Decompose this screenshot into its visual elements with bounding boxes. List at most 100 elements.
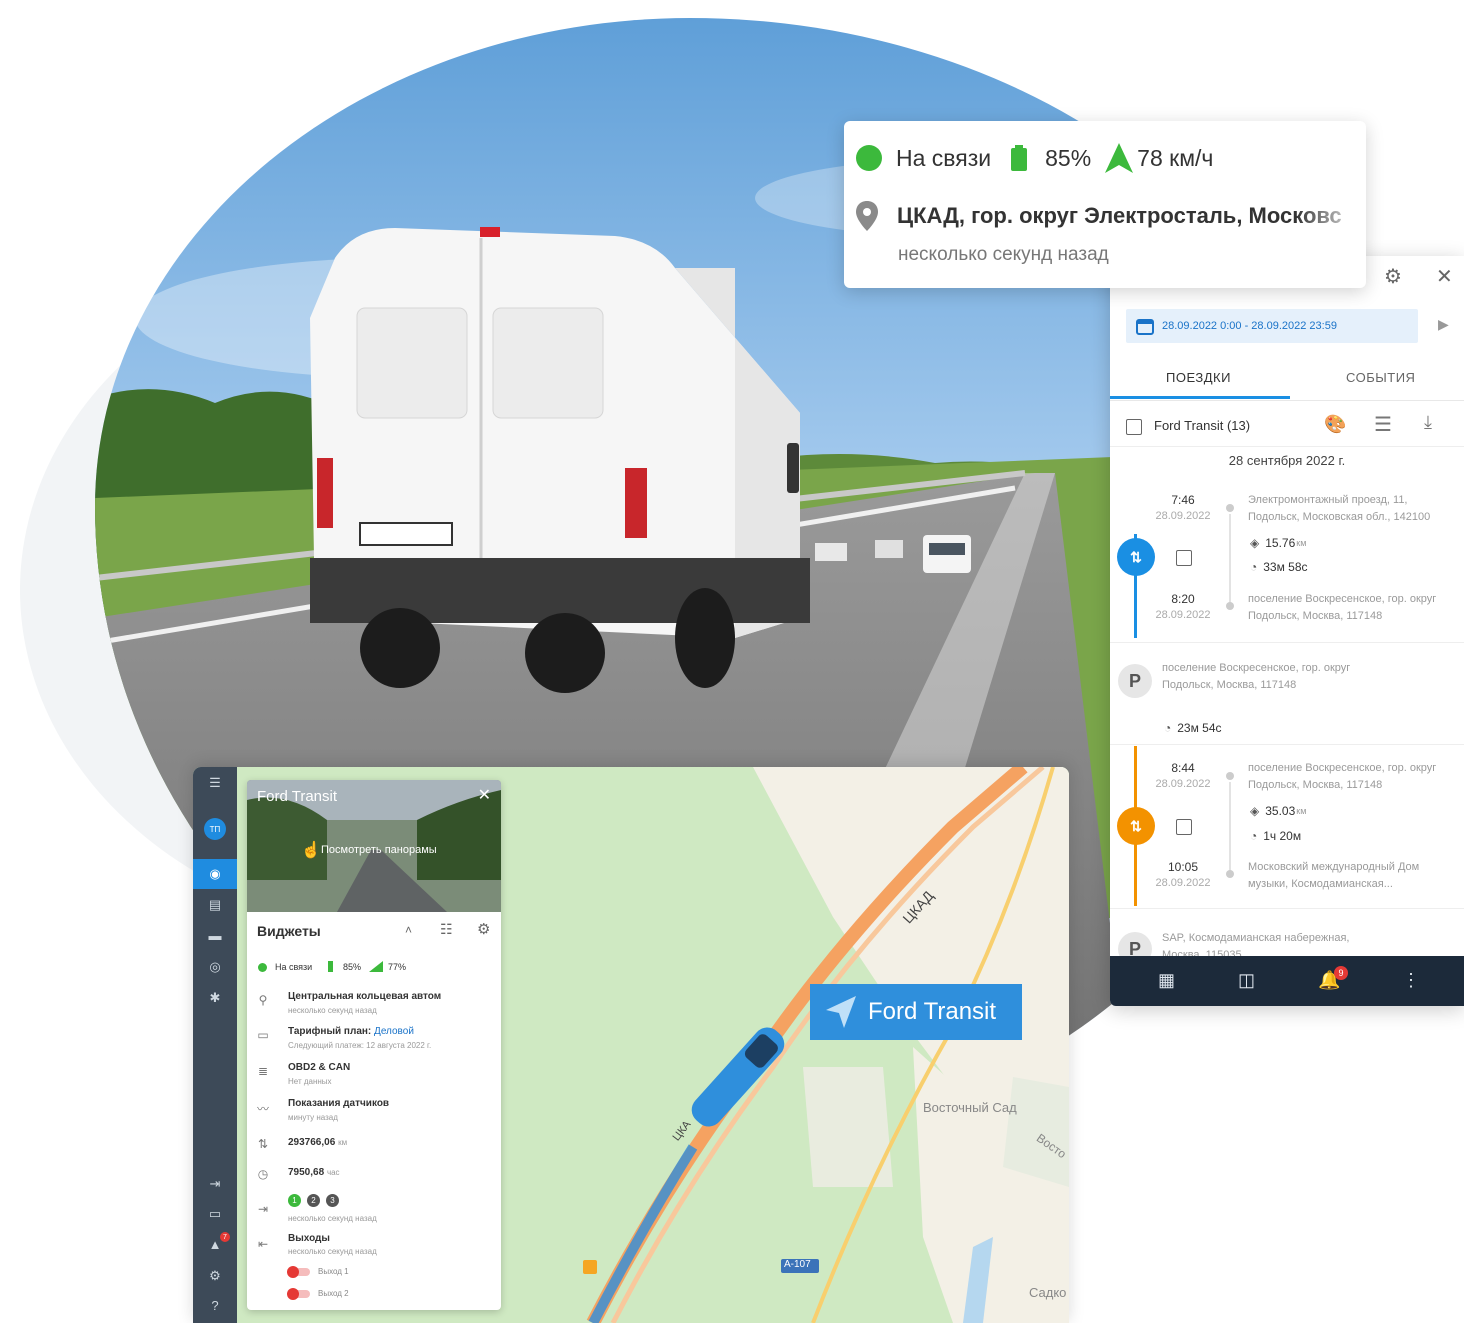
dashboard-icon[interactable]: ▦ (1158, 970, 1175, 991)
day-header: 28 сентября 2022 г. (1228, 453, 1346, 468)
trip-end-address-2: музыки, Космодамианская... (1248, 878, 1393, 890)
trip-distance: 15.76 (1265, 536, 1296, 550)
tab-trips[interactable]: ПОЕЗДКИ (1166, 370, 1231, 385)
date-range-picker[interactable]: 28.09.2022 0:00 - 28.09.2022 23:59 (1126, 309, 1418, 343)
download-icon[interactable]: ⤓ (1424, 412, 1432, 433)
globe-icon[interactable]: ◉ (193, 866, 237, 882)
trip-distance: 35.03 (1265, 804, 1296, 818)
battery-icon (328, 961, 333, 972)
reports-icon[interactable]: ▤ (193, 897, 237, 913)
trip-start-address: поселение Воскресенское, гор. округ (1248, 762, 1437, 774)
tariff-icon: ▭ (257, 1028, 269, 1042)
menu-toggle-icon[interactable]: ☰ (193, 775, 237, 791)
vehicle-row: Ford Transit (13) 🎨 ☰ ⤓ (1110, 406, 1464, 447)
trip-end-address: поселение Воскресенское, гор. округ (1248, 593, 1437, 605)
distance-icon: ◈ (1250, 536, 1260, 550)
list-icon[interactable]: ☰ (1374, 412, 1392, 437)
widget-title: Тарифный план: (288, 1026, 372, 1037)
palette-icon[interactable]: 🎨 (1324, 414, 1346, 435)
trip-duration: 33м 58с (1263, 560, 1308, 574)
battery-icon (1011, 145, 1028, 171)
more-icon[interactable]: ⋮ (1402, 970, 1420, 991)
trip-checkbox[interactable] (1176, 550, 1192, 566)
widgets-header: Виджеты (257, 923, 321, 939)
trip-start-time: 7:46 (1171, 493, 1195, 507)
trips-panel: ⚙ ✕ 28.09.2022 0:00 - 28.09.2022 23:59 ▶… (1110, 256, 1464, 1006)
vehicle-map-label[interactable]: Ford Transit (810, 984, 1022, 1040)
trip-start-date: 28.09.2022 (1155, 510, 1211, 522)
parking-duration: 23м 54с (1177, 721, 1222, 735)
clock-icon: ◷ (257, 1167, 269, 1181)
connection-status: На связи (896, 144, 992, 171)
output-label: Выход 1 (318, 1267, 349, 1276)
geofence-icon[interactable]: ◎ (193, 959, 237, 975)
widget-sub: несколько секунд назад (288, 1006, 377, 1015)
duration-icon: ◔ (1164, 721, 1172, 735)
trip-end-date: 28.09.2022 (1155, 609, 1211, 621)
place-label: Восточный Сад (923, 1100, 1017, 1115)
navigation-arrow-icon (826, 996, 856, 1028)
connection-status: На связи (275, 962, 313, 972)
location-pin-icon (856, 201, 878, 231)
trip-route-icon: ⇅ (1117, 538, 1155, 576)
inputs-icon: ⇥ (257, 1202, 269, 1216)
trip-checkbox[interactable] (1176, 819, 1192, 835)
settings-gear-icon[interactable]: ⚙ (1384, 264, 1402, 289)
highway-label: А-107 (784, 1259, 811, 1270)
current-address: ЦКАД, гор. округ Электросталь, Московс (897, 203, 1342, 228)
trip-end-address: Московский международный Дом (1248, 861, 1420, 873)
parking-address: поселение Воскресенское, гор. округ (1162, 662, 1351, 674)
chevron-up-icon[interactable]: ˄ (405, 923, 412, 937)
panorama-link[interactable]: Посмотреть панорамы (321, 844, 437, 856)
tab-events[interactable]: СОБЫТИЯ (1346, 370, 1415, 385)
input-indicator: 2 (307, 1194, 320, 1207)
widget-sub: несколько секунд назад (288, 1247, 377, 1256)
puzzle-icon[interactable]: ✱ (193, 990, 237, 1006)
notification-count: 7 (220, 1232, 230, 1242)
map-application: ЦКАД ЦКА Восточный Сад Восто Садко А-107… (193, 767, 1069, 1323)
widget-title: OBD2 & CAN (288, 1062, 351, 1073)
last-update-time: несколько секунд назад (898, 244, 1109, 265)
settings-gear-icon[interactable]: ⚙ (193, 1268, 237, 1284)
widget-title: Центральная кольцевая автом (288, 991, 442, 1002)
online-status-icon (856, 145, 882, 171)
vehicle-checkbox[interactable] (1126, 419, 1142, 435)
trip-distance-unit: км (1296, 538, 1307, 548)
output-toggle[interactable] (287, 1288, 310, 1300)
play-icon[interactable]: ▶ (1438, 316, 1449, 333)
battery-level: 85% (343, 962, 362, 972)
trip-start-address-2: Подольск, Московская обл., 142100 (1248, 511, 1431, 523)
trip-start-address-2: Подольск, Москва, 117148 (1248, 779, 1383, 791)
settings-gear-icon[interactable]: ⚙ (477, 920, 490, 938)
trip-distance-unit: км (1296, 806, 1307, 816)
sort-list-icon[interactable]: ☷ (440, 921, 453, 938)
tariff-link[interactable]: Деловой (374, 1026, 414, 1037)
hand-pointer-icon: ☝ (301, 842, 321, 859)
parking-address-2: Подольск, Москва, 117148 (1162, 679, 1297, 691)
location-pin-icon: ⚲ (258, 993, 268, 1007)
trip-start-time: 8:44 (1171, 761, 1195, 775)
signal-level: 77% (388, 962, 407, 972)
close-icon[interactable]: ✕ (478, 785, 491, 805)
duration-icon: ◔ (1250, 560, 1258, 574)
sensor-icon: 〰 (256, 1102, 269, 1116)
panorama-preview[interactable]: Ford Transit ✕ ☝ Посмотреть панорамы (247, 780, 501, 912)
close-icon[interactable]: ✕ (1436, 264, 1453, 289)
chat-icon[interactable]: ▭ (193, 1206, 237, 1222)
place-label-3: Садко (1029, 1285, 1067, 1300)
active-tab-indicator (1110, 396, 1290, 399)
widget-card-title: Ford Transit (257, 788, 338, 805)
trip-end-time: 10:05 (1167, 860, 1199, 874)
logout-icon[interactable]: ⇥ (193, 1176, 237, 1192)
output-toggle[interactable] (287, 1266, 310, 1278)
help-icon[interactable]: ? (193, 1298, 237, 1313)
parking-address: SAP, Космодамианская набережная, (1162, 932, 1350, 944)
vehicle-map-name: Ford Transit (868, 998, 997, 1025)
map-icon[interactable]: ◫ (1238, 970, 1255, 991)
car-icon[interactable]: ▬ (193, 928, 237, 943)
avatar[interactable]: ТП (204, 818, 226, 840)
signal-icon (369, 961, 383, 972)
input-indicator: 3 (326, 1194, 339, 1207)
trip-duration: 1ч 20м (1263, 829, 1302, 843)
bell-icon[interactable]: ▲ (193, 1237, 237, 1252)
